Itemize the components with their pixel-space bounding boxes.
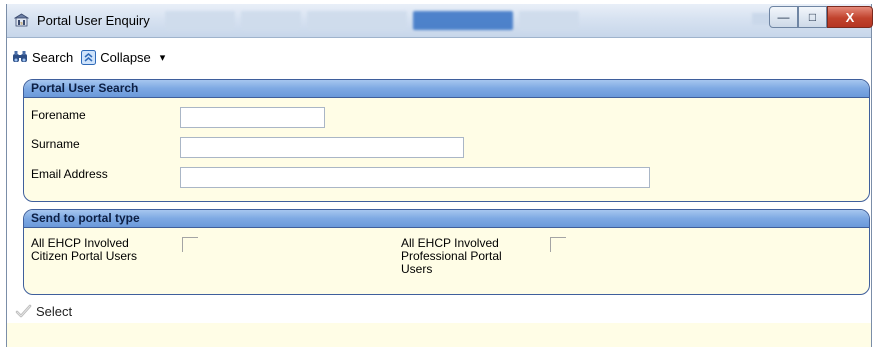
checkmark-icon (15, 304, 32, 318)
portal-user-enquiry-window: $ Portal User Enquiry — □ X Search Colla… (6, 4, 873, 347)
portal-user-search-panel: Portal User Search Forename Surname Emai… (23, 79, 870, 202)
search-button[interactable]: Search (12, 50, 73, 65)
citizen-portal-checkbox[interactable] (182, 237, 198, 252)
toolbar: Search Collapse ▾ (7, 46, 165, 68)
collapse-label: Collapse (100, 49, 151, 65)
forename-label: Forename (31, 108, 86, 122)
close-icon: X (845, 9, 855, 25)
surname-label: Surname (31, 137, 80, 151)
email-address-input[interactable] (180, 167, 650, 188)
blurred-tab (307, 11, 407, 30)
panel-header: Send to portal type (24, 210, 869, 228)
email-address-label: Email Address (31, 167, 108, 181)
surname-input[interactable] (180, 137, 464, 158)
close-button[interactable]: X (827, 6, 873, 28)
window-title: Portal User Enquiry (37, 13, 150, 28)
results-area (7, 323, 871, 347)
select-label: Select (36, 304, 73, 319)
blurred-tab (241, 11, 301, 30)
title-bar: $ Portal User Enquiry — □ X (7, 4, 873, 38)
citizen-portal-option-label: All EHCP Involved Citizen Portal Users (31, 237, 137, 263)
professional-portal-option-label: All EHCP Involved Professional Portal Us… (401, 237, 502, 276)
option-line: Citizen Portal Users (31, 249, 138, 263)
chevron-down-icon[interactable]: ▾ (160, 51, 166, 64)
maximize-button[interactable]: □ (798, 6, 827, 28)
blurred-tab (519, 11, 579, 30)
minimize-icon: — (777, 10, 790, 24)
send-to-portal-type-panel: Send to portal type All EHCP Involved Ci… (23, 209, 870, 295)
binoculars-icon (13, 51, 27, 62)
select-button[interactable]: Select (15, 304, 72, 319)
window-controls: — □ X (769, 6, 873, 28)
building-icon: $ (14, 13, 29, 27)
option-line: Users (401, 262, 433, 276)
maximize-icon: □ (808, 10, 817, 24)
collapse-icon (81, 49, 97, 65)
panel-header: Portal User Search (24, 80, 869, 98)
blurred-tab (413, 11, 513, 30)
minimize-button[interactable]: — (769, 6, 798, 28)
search-label: Search (32, 49, 74, 65)
blurred-tab (165, 11, 235, 30)
forename-input[interactable] (180, 107, 325, 128)
collapse-button[interactable]: Collapse ▾ (81, 49, 166, 65)
blurred-background-tabs (165, 11, 579, 30)
professional-portal-checkbox[interactable] (550, 237, 566, 252)
